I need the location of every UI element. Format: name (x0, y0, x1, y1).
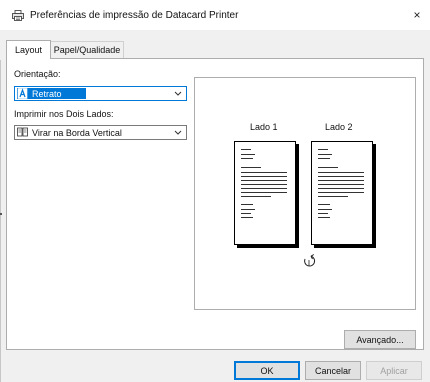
portrait-orientation-icon (17, 88, 28, 99)
chevron-down-icon (174, 130, 182, 135)
rotate-flip-icon (304, 254, 316, 267)
apply-button[interactable]: Aplicar (366, 361, 422, 380)
page-side-1 (234, 141, 296, 245)
side1-label: Lado 1 (250, 122, 278, 132)
side2-label: Lado 2 (325, 122, 353, 132)
layout-preview: Lado 1 Lado 2 (194, 77, 416, 310)
page-side-2 (311, 141, 373, 245)
ok-button[interactable]: OK (234, 361, 300, 380)
close-button[interactable]: × (406, 4, 428, 26)
print-preferences-dialog: Preferências de impressão de Datacard Pr… (0, 0, 430, 382)
window-edge (0, 60, 1, 382)
window-title: Preferências de impressão de Datacard Pr… (30, 10, 239, 21)
close-icon: × (413, 8, 421, 22)
duplex-selection: Virar na Borda Vertical (17, 127, 122, 138)
duplex-value: Virar na Borda Vertical (32, 127, 122, 138)
advanced-button[interactable]: Avançado... (344, 330, 416, 349)
tab-layout[interactable]: Layout (6, 40, 51, 59)
resize-marker (0, 213, 2, 215)
orientation-dropdown[interactable]: Retrato (14, 86, 187, 101)
duplex-label: Imprimir nos Dois Lados: (14, 109, 114, 119)
orientation-selection: Retrato (17, 88, 86, 99)
chevron-down-icon (174, 91, 182, 96)
cancel-button[interactable]: Cancelar (305, 361, 361, 380)
printer-icon (12, 10, 24, 21)
duplex-dropdown[interactable]: Virar na Borda Vertical (14, 125, 187, 140)
duplex-flip-icon (17, 127, 28, 137)
orientation-label: Orientação: (14, 69, 61, 79)
tab-papel-qualidade[interactable]: Papel/Qualidade (50, 41, 124, 58)
orientation-value: Retrato (32, 88, 62, 99)
title-bar: Preferências de impressão de Datacard Pr… (0, 0, 430, 30)
